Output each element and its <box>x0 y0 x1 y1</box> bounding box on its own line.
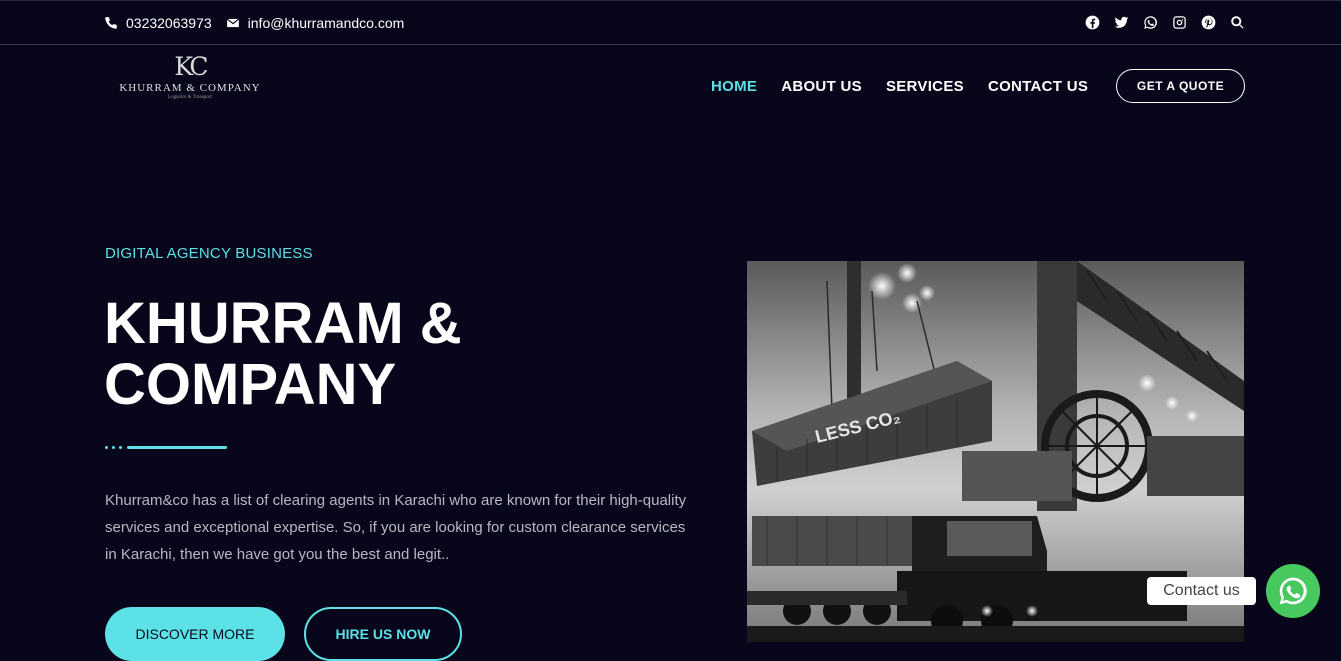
hero-title: KHURRAM & COMPANY <box>104 293 624 415</box>
hero-divider <box>105 446 227 449</box>
divider-bar <box>127 446 227 449</box>
phone-number: 03232063973 <box>126 15 212 31</box>
email-link[interactable]: info@khurramandco.com <box>226 15 405 31</box>
search-icon[interactable] <box>1230 15 1245 30</box>
hire-us-now-button[interactable]: HIRE US NOW <box>304 607 462 661</box>
nav-home[interactable]: HOME <box>711 78 757 95</box>
divider-dot <box>119 446 122 449</box>
contact-info: 03232063973 info@khurramandco.com <box>104 15 418 31</box>
whatsapp-icon <box>1279 577 1307 605</box>
facebook-icon[interactable] <box>1085 15 1100 30</box>
hero-eyebrow: DIGITAL AGENCY BUSINESS <box>105 245 313 262</box>
pinterest-icon[interactable] <box>1201 15 1216 30</box>
logo-name: KHURRAM & COMPANY <box>119 82 261 94</box>
hero-description: Khurram&co has a list of clearing agents… <box>105 492 687 563</box>
divider-dot <box>105 446 108 449</box>
hero-title-line-1: KHURRAM & <box>104 291 462 356</box>
site-logo[interactable]: KC KHURRAM & COMPANY Logistics & Transpo… <box>118 52 262 108</box>
phone-icon <box>105 17 117 29</box>
logo-tagline: Logistics & Transport <box>168 95 212 100</box>
hero-title-line-2: COMPANY <box>104 352 397 417</box>
discover-more-button[interactable]: DISCOVER MORE <box>105 607 285 661</box>
instagram-icon[interactable] <box>1172 15 1187 30</box>
twitter-icon[interactable] <box>1114 15 1129 30</box>
social-links <box>1071 15 1245 30</box>
whatsapp-icon[interactable] <box>1143 15 1158 30</box>
envelope-icon <box>226 18 239 28</box>
main-nav: HOME ABOUT US SERVICES CONTACT US <box>711 78 1112 95</box>
nav-contact-us[interactable]: CONTACT US <box>988 78 1088 95</box>
logo-mark: KC <box>174 52 208 81</box>
divider-dot <box>112 446 115 449</box>
whatsapp-chat-button[interactable] <box>1266 564 1320 618</box>
nav-about-us[interactable]: ABOUT US <box>781 78 862 95</box>
phone-link[interactable]: 03232063973 <box>104 15 212 31</box>
email-address: info@khurramandco.com <box>247 15 405 31</box>
nav-services[interactable]: SERVICES <box>886 78 964 95</box>
get-a-quote-button[interactable]: GET A QUOTE <box>1116 69 1245 103</box>
whatsapp-contact-label[interactable]: Contact us <box>1147 577 1256 605</box>
top-bar: 03232063973 info@khurramandco.com <box>0 0 1341 45</box>
